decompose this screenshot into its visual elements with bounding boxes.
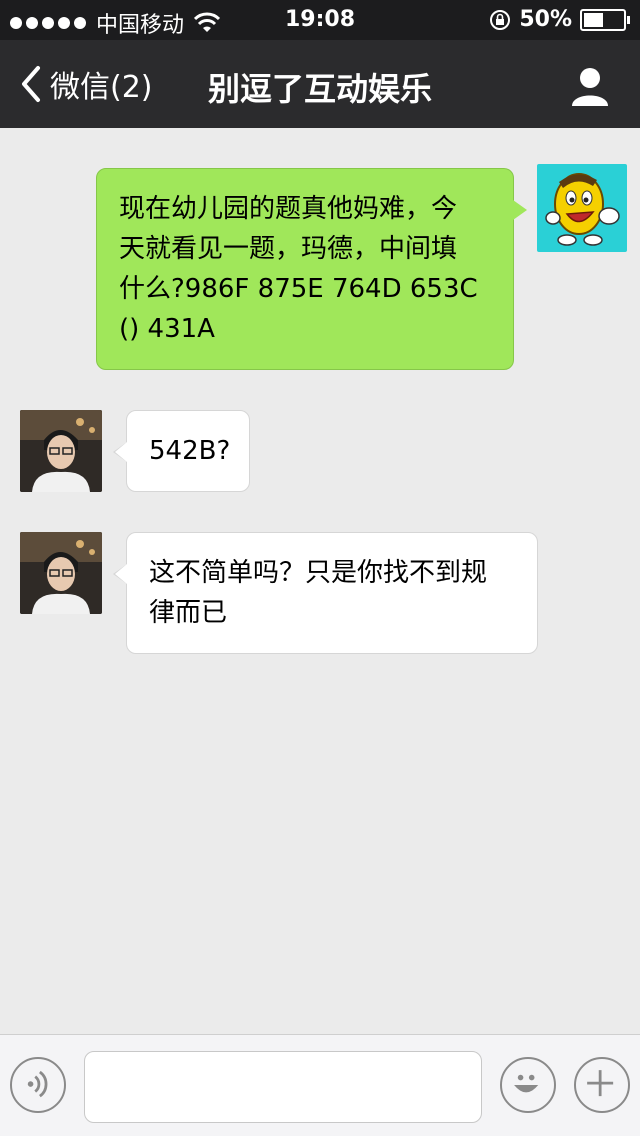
plus-button[interactable]: [574, 1057, 630, 1113]
status-right: 50%: [489, 7, 630, 32]
message-line: 律而已: [149, 598, 228, 628]
message-bubble[interactable]: 这不简单吗？只是你找不到规 律而已: [126, 532, 538, 654]
avatar-self[interactable]: [537, 164, 627, 252]
chat-title: 别逗了互动娱乐: [207, 70, 432, 108]
profile-icon[interactable]: [568, 64, 612, 108]
message-list[interactable]: 现在幼儿园的题真他妈难，今 天就看见一题，玛德，中间填 什么?986F 875E…: [0, 128, 640, 1034]
message-line: () 431A: [119, 314, 215, 344]
battery-icon: [580, 8, 630, 31]
status-bar: 中国移动 19:08 50%: [0, 0, 640, 40]
message-bubble[interactable]: 542B?: [126, 410, 250, 492]
message-line: 天就看见一题，玛德，中间填: [119, 234, 458, 264]
voice-button[interactable]: [10, 1057, 66, 1113]
message-line: 542B?: [149, 436, 231, 466]
bubble-tail-fill: [115, 442, 127, 462]
message-line: 这不简单吗？只是你找不到规: [149, 558, 488, 588]
message-line: 现在幼儿园的题真他妈难，今: [119, 194, 458, 224]
emoji-icon: [514, 1074, 539, 1093]
battery-fill: [584, 12, 603, 27]
message-bubble[interactable]: 现在幼儿园的题真他妈难，今 天就看见一题，玛德，中间填 什么?986F 875E…: [96, 168, 514, 370]
battery-percent: 50%: [519, 7, 572, 32]
avatar-contact[interactable]: [20, 410, 102, 492]
contact-photo-icon: [20, 410, 102, 492]
mascot-avatar-icon: [545, 173, 620, 246]
plus-icon: [587, 1070, 614, 1097]
voice-icon: [27, 1070, 48, 1098]
bubble-tail-fill: [115, 564, 127, 584]
contact-photo-icon: [20, 532, 102, 614]
message-input[interactable]: [84, 1051, 482, 1123]
bubble-tail: [513, 200, 527, 220]
avatar-contact[interactable]: [20, 532, 102, 614]
nav-bar: 微信(2) 别逗了互动娱乐: [0, 40, 640, 128]
input-bar: [0, 1034, 640, 1136]
emoji-button[interactable]: [500, 1057, 556, 1113]
rotation-lock-icon: [490, 9, 511, 30]
message-line: 什么?986F 875E 764D 653C: [119, 274, 478, 304]
